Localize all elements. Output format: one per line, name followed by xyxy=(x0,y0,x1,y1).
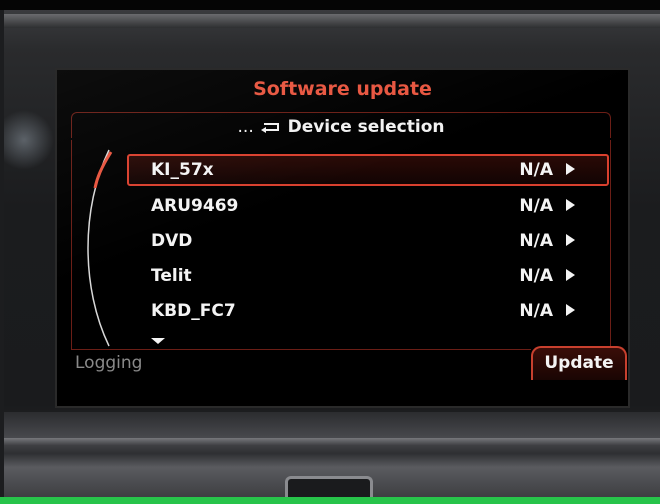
breadcrumb-prefix: ... xyxy=(237,117,254,137)
device-name: DVD xyxy=(151,231,193,251)
triangle-right-icon xyxy=(566,163,575,175)
breadcrumb-label: Device selection xyxy=(287,117,445,137)
mmi-screen: Software update ... Device selection KI_… xyxy=(55,68,630,408)
triangle-right-icon xyxy=(566,234,575,246)
list-item[interactable]: DVD N/A xyxy=(127,225,609,257)
list-item[interactable]: KI_57x N/A xyxy=(127,154,609,186)
bezel-top-trim xyxy=(4,14,660,28)
update-button[interactable]: Update xyxy=(531,346,627,380)
device-status: N/A xyxy=(519,301,553,321)
device-name: KBD_FC7 xyxy=(151,301,236,321)
triangle-right-icon xyxy=(566,304,575,316)
scroll-arc xyxy=(87,149,113,347)
device-name: Telit xyxy=(151,266,192,286)
device-name: ARU9469 xyxy=(151,196,239,216)
device-status: N/A xyxy=(519,196,553,216)
update-label: Update xyxy=(544,353,614,373)
breadcrumb-text: ... Device selection xyxy=(72,117,610,137)
list-item[interactable]: KBD_FC7 N/A xyxy=(127,295,609,327)
triangle-down-icon xyxy=(151,338,165,344)
list-item[interactable]: Telit N/A xyxy=(127,260,609,292)
triangle-right-icon xyxy=(566,269,575,281)
logging-softkey[interactable]: Logging xyxy=(75,353,142,373)
device-status: N/A xyxy=(519,231,553,251)
bottom-green-edge xyxy=(0,497,660,504)
device-name: KI_57x xyxy=(151,160,214,180)
list-item[interactable]: ARU9469 N/A xyxy=(127,190,609,222)
triangle-right-icon xyxy=(566,199,575,211)
bezel-chrome-strip xyxy=(4,438,660,446)
breadcrumb[interactable]: ... Device selection xyxy=(71,112,611,138)
top-edge xyxy=(0,0,660,10)
divider xyxy=(71,349,531,350)
bezel-reflection xyxy=(4,110,54,170)
page-title: Software update xyxy=(253,78,432,100)
return-arrow-icon xyxy=(260,123,279,133)
device-status: N/A xyxy=(519,266,553,286)
device-status: N/A xyxy=(519,160,553,180)
